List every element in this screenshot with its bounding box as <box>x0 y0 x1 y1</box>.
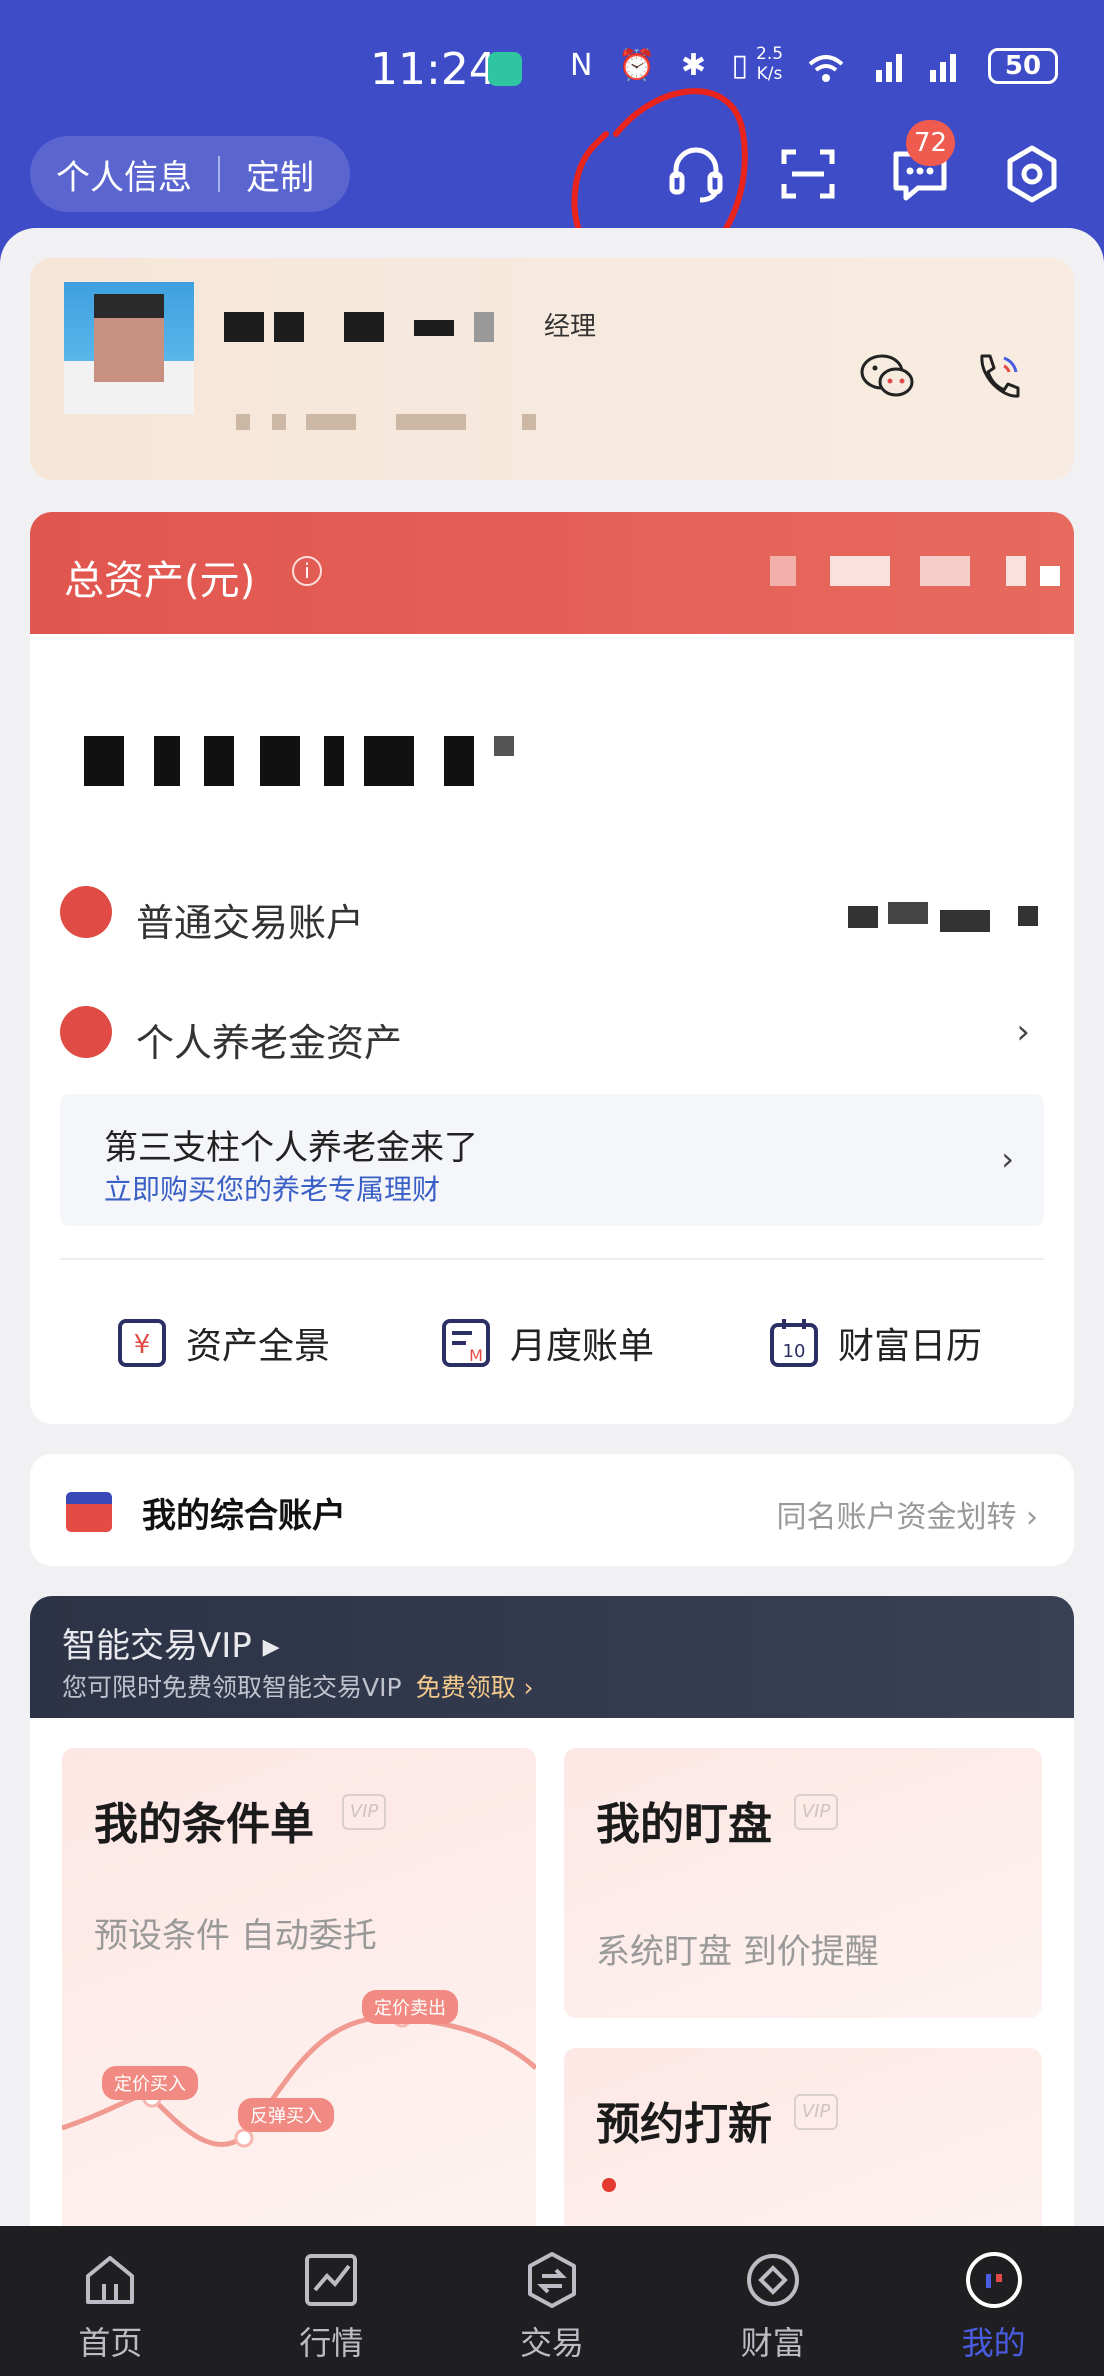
wechat-icon[interactable] <box>856 344 920 408</box>
total-assets-header[interactable]: 总资产(元) i <box>30 512 1074 634</box>
status-time: 11:24 <box>370 44 497 95</box>
regular-trading-account-row[interactable]: 普通交易账户 <box>30 862 1074 962</box>
tab-label: 行情 <box>299 2324 364 2362</box>
tab-label: 交易 <box>519 2324 584 2362</box>
vip-tag: VIP <box>342 1794 386 1830</box>
quick-link-label: 资产全景 <box>186 1326 331 1367</box>
pension-assets-label: 个人养老金资产 <box>136 1021 403 1065</box>
tab-home[interactable]: 首页 <box>0 2226 221 2376</box>
bill-icon: M <box>442 1319 490 1367</box>
card-subtitle: 系统盯盘 到价提醒 <box>596 1932 879 1972</box>
chevron-right-icon: › <box>1016 1012 1030 1052</box>
settings-icon[interactable] <box>996 138 1068 210</box>
pension-promo-banner[interactable]: 第三支柱个人养老金来了 立即购买您的养老专属理财 › <box>60 1094 1044 1226</box>
scan-icon[interactable] <box>772 138 844 210</box>
wealth-icon <box>746 2254 799 2306</box>
promo-subtitle: 立即购买您的养老专属理财 <box>104 1173 441 1206</box>
tab-market[interactable]: 行情 <box>221 2226 442 2376</box>
chart-icon <box>305 2254 358 2306</box>
phone-icon[interactable] <box>964 344 1028 408</box>
double-diamond-icon <box>60 1006 112 1058</box>
vip-tag: VIP <box>794 1794 838 1830</box>
promo-title: 第三支柱个人养老金来了 <box>104 1128 478 1168</box>
vip-subtitle: 您可限时免费领取智能交易VIP 免费领取 › <box>62 1673 534 1702</box>
divider <box>60 1258 1044 1260</box>
combined-account-card[interactable]: 我的综合账户 同名账户资金划转 › <box>30 1454 1074 1566</box>
total-assets-card: 总资产(元) i 普通交易账户 个人养老金资产 › 第三支柱个人养老金来了 立即… <box>30 512 1074 1424</box>
quick-link-label: 财富日历 <box>838 1326 983 1367</box>
bottom-tab-bar: 首页 行情 交易 财富 我的 <box>0 2226 1104 2376</box>
tab-mine[interactable]: 我的 <box>883 2226 1104 2376</box>
manager-role: 经理 <box>544 312 597 342</box>
fund-transfer-link[interactable]: 同名账户资金划转 › <box>776 1492 1038 1536</box>
signal-icons <box>808 54 956 82</box>
smart-trading-vip-section: 智能交易VIP ▸ 您可限时免费领取智能交易VIP 免费领取 › 我的条件单 VI… <box>30 1596 1074 2236</box>
card-title: 预约打新 <box>596 2099 772 2150</box>
regular-account-value-masked <box>848 898 1048 932</box>
calendar-icon: 10 <box>770 1319 818 1367</box>
ipo-reservation-card[interactable]: 预约打新 VIP <box>564 2048 1042 2236</box>
card-subtitle: 预设条件 自动委托 <box>94 1916 377 1956</box>
vip-banner[interactable]: 智能交易VIP ▸ 您可限时免费领取智能交易VIP 免费领取 › <box>30 1596 1074 1718</box>
vip-tag: VIP <box>794 2094 838 2130</box>
yuan-icon: ¥ <box>118 1319 166 1367</box>
vip-title: 智能交易VIP ▸ <box>62 1626 280 1666</box>
tab-label: 我的 <box>961 2324 1026 2362</box>
total-assets-amount-masked <box>74 726 544 796</box>
tab-wealth[interactable]: 财富 <box>662 2226 883 2376</box>
network-speed: 2.5 K/s <box>756 44 784 84</box>
tab-trade[interactable]: 交易 <box>442 2226 663 2376</box>
diamond-icon <box>60 886 112 938</box>
info-icon[interactable]: i <box>292 556 322 586</box>
quick-link-asset-overview[interactable]: ¥ 资产全景 <box>116 1308 330 1378</box>
segment-personal-info[interactable]: 个人信息 <box>30 150 218 199</box>
regular-trading-account-label: 普通交易账户 <box>136 901 365 945</box>
battery-indicator: 50 <box>988 48 1058 84</box>
chevron-right-icon: › <box>1001 1140 1014 1178</box>
header-segment[interactable]: 个人信息 定制 <box>30 136 350 212</box>
total-assets-title: 总资产(元) <box>64 558 256 604</box>
app-notification-icon <box>488 52 522 86</box>
manager-avatar <box>64 282 194 414</box>
vip-free-claim-link[interactable]: 免费领取 › <box>416 1673 534 1702</box>
card-title: 我的条件单 <box>94 1799 314 1850</box>
svg-text:10: 10 <box>783 1341 806 1362</box>
trade-icon <box>527 2252 576 2308</box>
account-flag-icon <box>66 1492 112 1532</box>
account-manager-card[interactable]: 经理 <box>30 258 1074 480</box>
quick-link-monthly-bill[interactable]: M 月度账单 <box>440 1308 654 1378</box>
tab-label: 首页 <box>78 2324 143 2362</box>
tab-label: 财富 <box>740 2324 805 2362</box>
quick-link-wealth-calendar[interactable]: 10 财富日历 <box>768 1308 982 1378</box>
red-dot-indicator <box>602 2178 616 2192</box>
combined-account-title: 我的综合账户 <box>142 1496 346 1536</box>
svg-text:¥: ¥ <box>134 1330 151 1360</box>
quick-link-label: 月度账单 <box>510 1326 655 1367</box>
conditional-order-card[interactable]: 我的条件单 VIP 预设条件 自动委托 定价买入 反弹买入 定价卖出 <box>62 1748 536 2236</box>
profile-icon <box>965 2252 1022 2308</box>
total-assets-header-masked <box>770 556 1070 592</box>
tag-fixed-price-sell: 定价卖出 <box>362 1990 458 2024</box>
status-bar: 11:24 N ⏰ ✱ ▯ 2.5 K/s 50 <box>0 40 1104 100</box>
svg-text:M: M <box>469 1346 483 1365</box>
manager-subtitle-masked <box>236 414 566 434</box>
tag-rebound-buy: 反弹买入 <box>238 2098 334 2132</box>
message-count-badge: 72 <box>906 120 956 166</box>
home-icon <box>86 2256 135 2304</box>
watch-market-card[interactable]: 我的盯盘 VIP 系统盯盘 到价提醒 <box>564 1748 1042 2018</box>
tag-fixed-price-buy: 定价买入 <box>102 2066 198 2100</box>
pension-assets-row[interactable]: 个人养老金资产 › <box>30 982 1074 1082</box>
segment-customize[interactable]: 定制 <box>220 150 340 199</box>
card-title: 我的盯盘 <box>596 1799 772 1850</box>
